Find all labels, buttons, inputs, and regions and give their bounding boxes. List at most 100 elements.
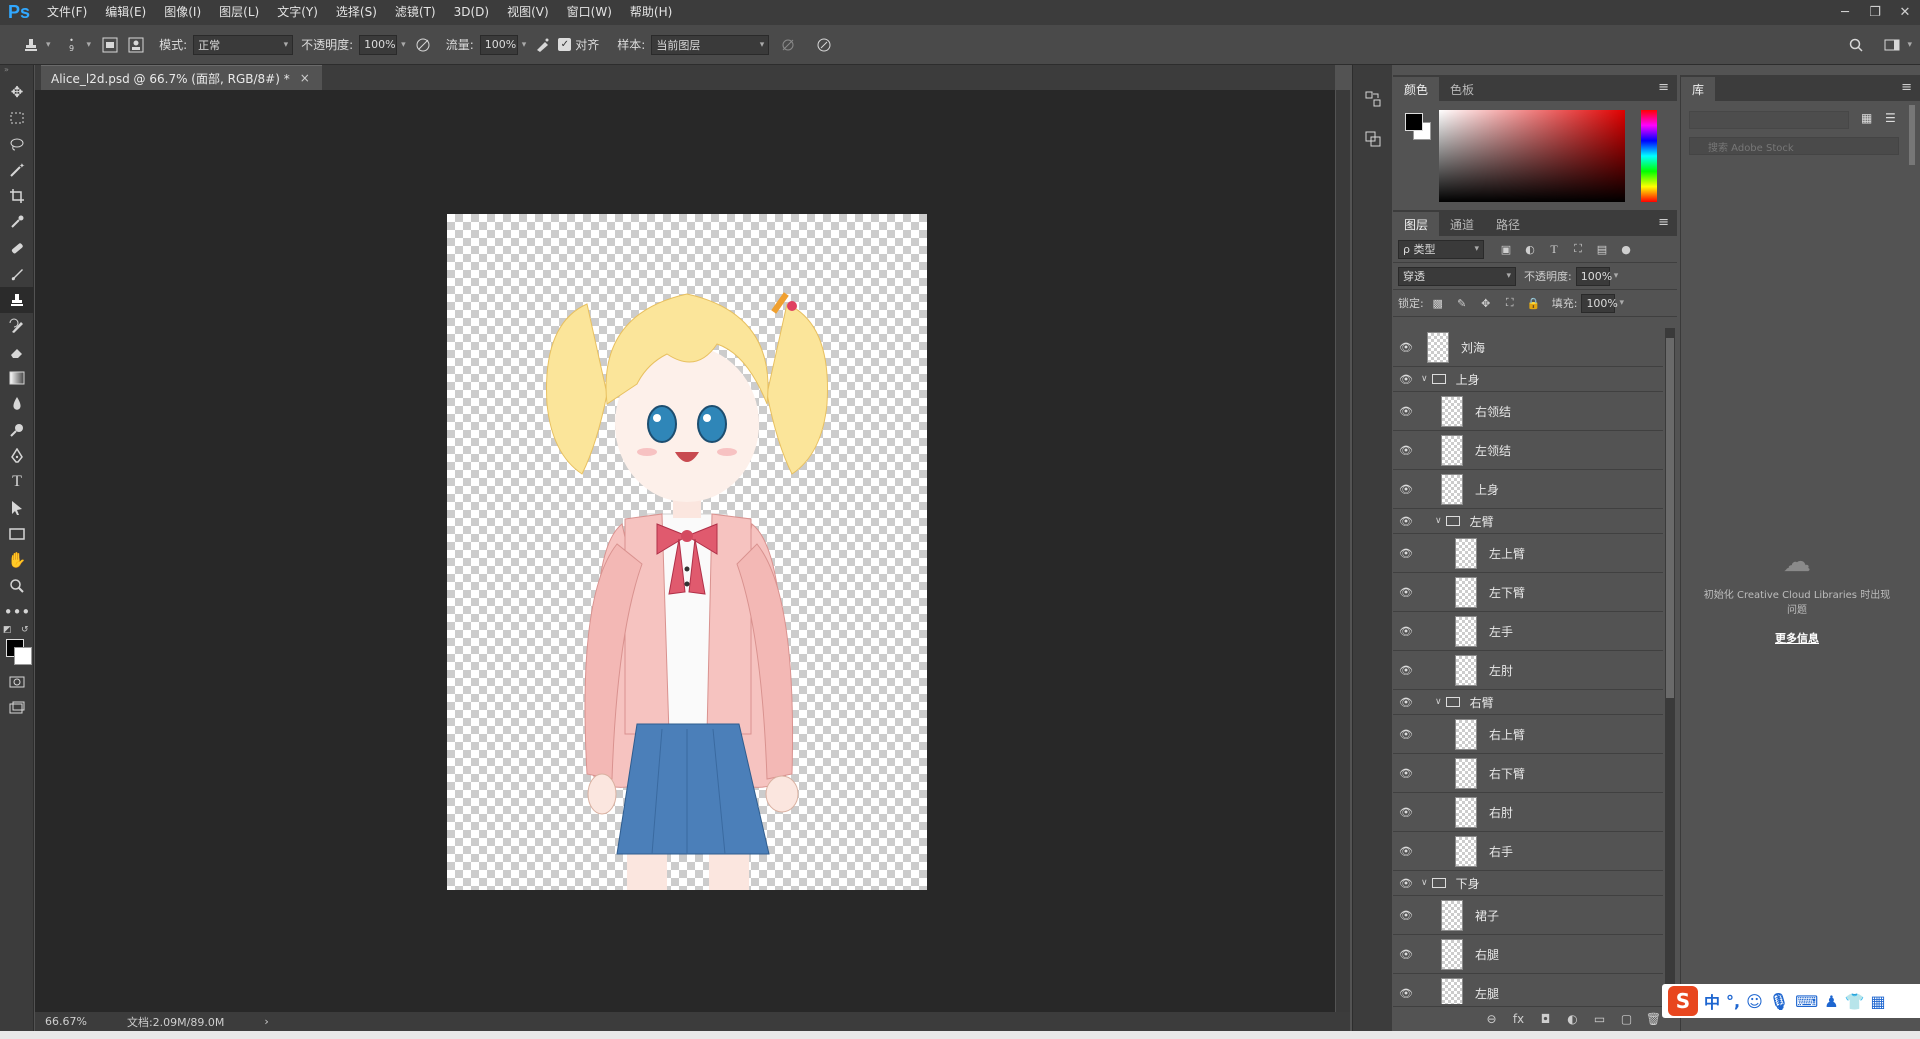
layer-row[interactable]: 👁 左肘 [1393, 651, 1663, 690]
zoom-tool-icon[interactable] [0, 573, 34, 599]
layer-row[interactable]: 👁 刘海 [1393, 328, 1663, 367]
ime-tools-icon[interactable]: ▦ [1870, 992, 1885, 1011]
ime-punctuation-icon[interactable]: °, [1726, 992, 1740, 1011]
new-group-icon[interactable]: ▭ [1586, 1012, 1613, 1026]
layers-panel-menu-icon[interactable]: ≡ [1658, 215, 1669, 230]
clone-source-panel-icon[interactable] [1353, 119, 1393, 159]
history-brush-tool-icon[interactable] [0, 313, 34, 339]
more-tools-icon[interactable]: ••• [0, 599, 34, 625]
fill-caret-icon[interactable]: ▾ [1619, 298, 1624, 308]
visibility-eye-icon[interactable]: 👁 [1393, 877, 1419, 890]
gradient-tool-icon[interactable] [0, 365, 34, 391]
ime-user-icon[interactable]: ♟ [1824, 992, 1838, 1011]
quick-mask-icon[interactable] [0, 669, 34, 695]
flow-input[interactable]: 100% [479, 34, 518, 55]
menu-item-7[interactable]: 3D(D) [445, 0, 498, 25]
opacity-caret-icon[interactable]: ▾ [401, 40, 406, 50]
filter-type-icon[interactable]: T [1544, 239, 1564, 259]
aligned-checkbox[interactable]: ✓ [558, 38, 572, 51]
grid-view-icon[interactable]: ▦ [1861, 111, 1872, 125]
ime-voice-icon[interactable]: 🎙 [1769, 992, 1789, 1011]
visibility-eye-icon[interactable]: 👁 [1393, 845, 1419, 858]
workspace-icon[interactable] [1881, 34, 1903, 56]
search-icon[interactable] [1845, 34, 1867, 56]
type-tool-icon[interactable]: T [0, 469, 34, 495]
pressure-size-icon[interactable] [813, 34, 835, 56]
layers-scroll-thumb[interactable] [1666, 338, 1674, 698]
visibility-eye-icon[interactable]: 👁 [1393, 341, 1419, 354]
visibility-eye-icon[interactable]: 👁 [1393, 767, 1419, 780]
layer-row[interactable]: 👁 左手 [1393, 612, 1663, 651]
history-panel-icon[interactable] [1353, 79, 1393, 119]
group-expand-icon[interactable]: ∨ [1421, 374, 1428, 384]
menu-item-1[interactable]: 编辑(E) [96, 0, 155, 25]
stock-search-input[interactable]: 搜索 Adobe Stock [1689, 137, 1899, 155]
clone-stamp-tool-icon[interactable] [0, 287, 34, 313]
layer-row[interactable]: 👁 裙子 [1393, 896, 1663, 935]
airbrush-icon[interactable] [532, 34, 554, 56]
eraser-tool-icon[interactable] [0, 339, 34, 365]
document-close-icon[interactable]: × [300, 71, 310, 85]
layer-row[interactable]: 👁 右腿 [1393, 935, 1663, 974]
lasso-tool-icon[interactable] [0, 131, 34, 157]
library-select[interactable] [1689, 111, 1849, 129]
marquee-tool-icon[interactable] [0, 105, 34, 131]
visibility-eye-icon[interactable]: 👁 [1393, 948, 1419, 961]
layer-group-row[interactable]: 👁 ∨ 下身 [1393, 871, 1663, 896]
filter-shape-icon[interactable]: ⛶ [1568, 239, 1588, 259]
close-button[interactable]: ✕ [1890, 0, 1920, 25]
layer-opacity-caret-icon[interactable]: ▾ [1614, 271, 1619, 281]
brush-tool-icon[interactable] [0, 261, 34, 287]
document-canvas[interactable] [447, 214, 927, 890]
layer-filter-select[interactable]: ρ 类型 ▾ [1398, 239, 1484, 259]
visibility-eye-icon[interactable]: 👁 [1393, 373, 1419, 386]
menu-item-3[interactable]: 图层(L) [210, 0, 268, 25]
layer-row[interactable]: 👁 上身 [1393, 470, 1663, 509]
preset-caret-icon[interactable]: ▾ [46, 40, 51, 50]
color-picker-field[interactable] [1439, 110, 1625, 202]
filter-pixel-icon[interactable]: ▣ [1496, 239, 1516, 259]
menu-item-0[interactable]: 文件(F) [38, 0, 96, 25]
layer-row[interactable]: 👁 左腿 [1393, 974, 1663, 1004]
brush-panel-toggle-icon[interactable] [99, 34, 121, 56]
add-mask-icon[interactable]: ◘ [1532, 1012, 1559, 1026]
layer-row[interactable]: 👁 右手 [1393, 832, 1663, 871]
sample-select[interactable]: 当前图层 ▾ [651, 34, 770, 55]
menu-item-4[interactable]: 文字(Y) [268, 0, 327, 25]
background-color[interactable] [14, 647, 32, 665]
status-menu-arrow-icon[interactable]: › [264, 1015, 268, 1028]
tab-libraries[interactable]: 库 [1681, 77, 1716, 101]
flow-caret-icon[interactable]: ▾ [522, 40, 527, 50]
layer-group-row[interactable]: 👁 ∨ 上身 [1393, 367, 1663, 392]
group-expand-icon[interactable]: ∨ [1435, 697, 1442, 707]
more-info-link[interactable]: 更多信息 [1681, 630, 1913, 646]
brush-preset-icon[interactable]: • 9 [61, 34, 83, 56]
mode-select[interactable]: 正常 ▾ [193, 34, 294, 55]
path-selection-tool-icon[interactable] [0, 495, 34, 521]
color-panel-menu-icon[interactable]: ≡ [1658, 80, 1669, 95]
lock-image-icon[interactable]: ✎ [1452, 293, 1472, 313]
layers-scrollbar[interactable] [1665, 328, 1675, 1004]
toolbar-collapse-icon[interactable]: » [0, 65, 33, 79]
visibility-eye-icon[interactable]: 👁 [1393, 728, 1419, 741]
visibility-eye-icon[interactable]: 👁 [1393, 405, 1419, 418]
tab-layers[interactable]: 图层 [1393, 212, 1440, 236]
visibility-eye-icon[interactable]: 👁 [1393, 586, 1419, 599]
ime-skin-icon[interactable]: 👕 [1845, 992, 1865, 1011]
minimize-button[interactable]: ─ [1830, 0, 1860, 25]
group-expand-icon[interactable]: ∨ [1435, 516, 1442, 526]
blend-mode-select[interactable]: 穿透 ▾ [1398, 266, 1516, 286]
visibility-eye-icon[interactable]: 👁 [1393, 547, 1419, 560]
hand-tool-icon[interactable]: ✋ [0, 547, 34, 573]
fill-input[interactable]: 100% [1581, 293, 1618, 313]
opacity-input[interactable]: 100% [359, 34, 398, 55]
rectangle-tool-icon[interactable] [0, 521, 34, 547]
visibility-eye-icon[interactable]: 👁 [1393, 664, 1419, 677]
layer-style-icon[interactable]: fx [1505, 1012, 1532, 1026]
menu-item-2[interactable]: 图像(I) [155, 0, 210, 25]
ignore-adjustment-layers-icon[interactable] [777, 34, 799, 56]
screen-mode-icon[interactable] [0, 695, 34, 721]
workspace-caret-icon[interactable]: ▾ [1907, 40, 1912, 50]
lock-position-icon[interactable]: ✥ [1476, 293, 1496, 313]
layer-opacity-input[interactable]: 100% [1575, 266, 1612, 286]
